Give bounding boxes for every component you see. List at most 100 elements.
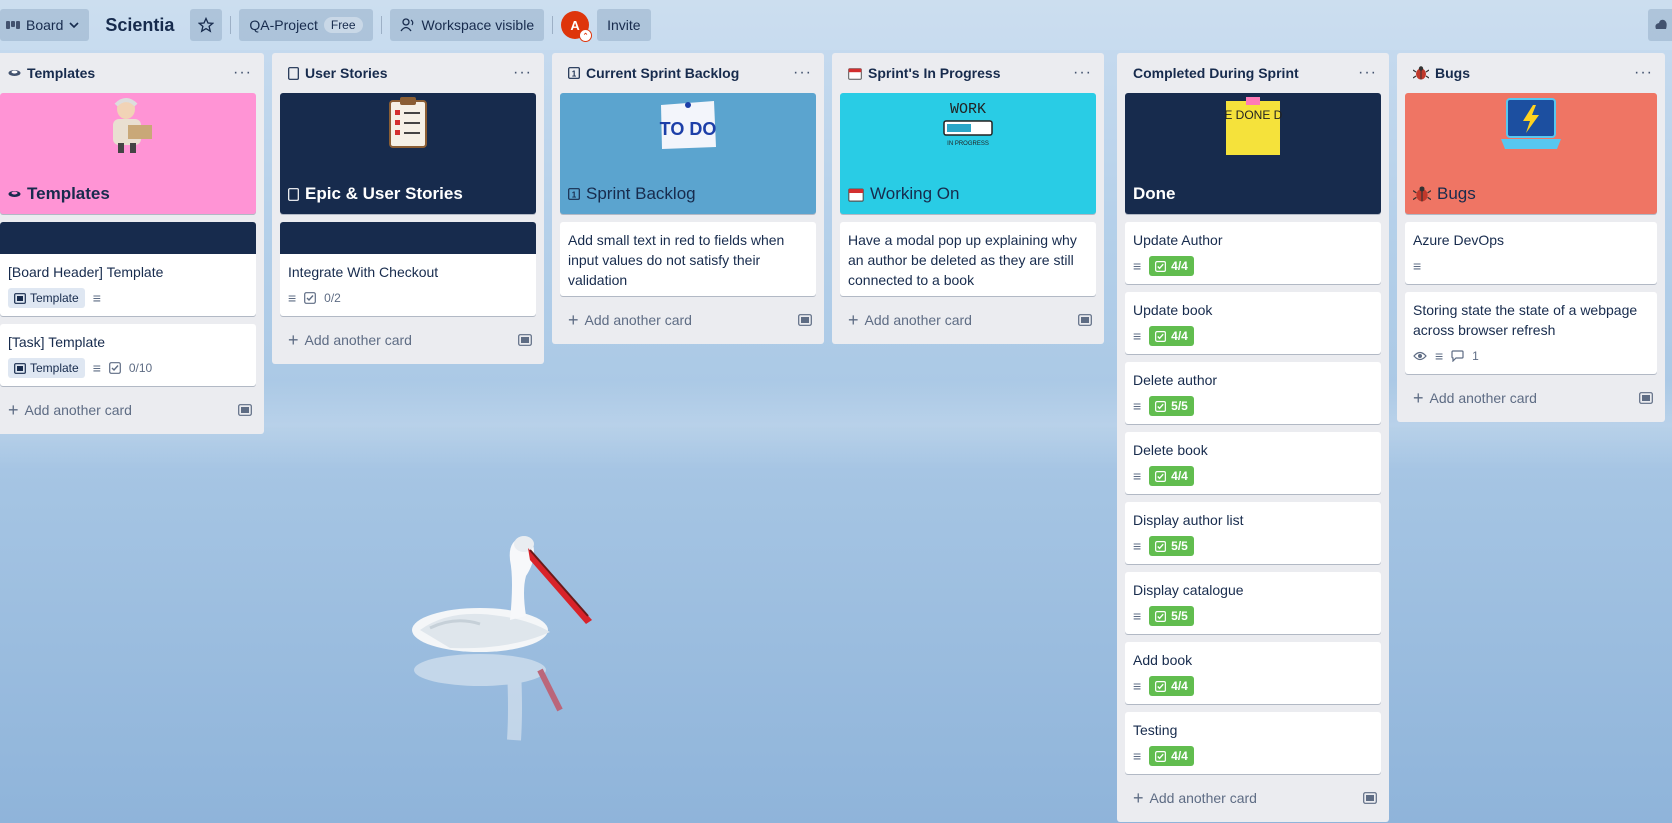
cover-title: 1 Sprint Backlog — [568, 184, 696, 204]
checklist-complete-badge: 4/4 — [1149, 326, 1194, 346]
add-card-button[interactable]: + Add another card — [280, 324, 536, 356]
cover-card-bugs[interactable]: Bugs — [1405, 93, 1657, 214]
numbered-calendar-icon: 1 — [568, 188, 580, 200]
svg-text:1: 1 — [572, 191, 577, 200]
card[interactable]: [Task] Template Template ≡ 0/10 — [0, 324, 256, 386]
list-header: Sprint's In Progress ··· — [840, 53, 1096, 93]
card[interactable]: Update Author ≡ 4/4 — [1125, 222, 1381, 284]
create-from-template-icon[interactable] — [1078, 314, 1092, 326]
card[interactable]: Have a modal pop up explaining why an au… — [840, 222, 1096, 296]
card-title: Add small text in red to fields when inp… — [568, 232, 785, 288]
workspace-button[interactable]: QA-Project Free — [239, 9, 373, 41]
list-title[interactable]: Templates — [8, 65, 95, 81]
visibility-button[interactable]: Workspace visible — [389, 9, 545, 41]
cover-title-text: Working On — [870, 184, 960, 203]
add-card-button[interactable]: + Add another card — [560, 304, 816, 336]
cover-title: Working On — [848, 184, 959, 204]
card[interactable]: Delete author ≡ 5/5 — [1125, 362, 1381, 424]
cover-title: Bugs — [1413, 184, 1476, 204]
list-title[interactable]: Bugs — [1413, 65, 1470, 81]
card[interactable]: Add book ≡ 4/4 — [1125, 642, 1381, 704]
checklist-count: 5/5 — [1171, 609, 1188, 623]
list-title-text: Completed During Sprint — [1133, 65, 1299, 81]
card[interactable]: Storing state the state of a webpage acr… — [1405, 292, 1657, 374]
add-card-button[interactable]: + Add another card — [840, 304, 1096, 336]
list-title[interactable]: User Stories — [288, 65, 387, 81]
card[interactable]: [Board Header] Template Template ≡ — [0, 222, 256, 316]
cover-card-done[interactable]: DONE DONE DONE Done — [1125, 93, 1381, 214]
list-user-stories: User Stories ··· Epic & User Stories Int… — [272, 53, 544, 364]
card[interactable]: Delete book ≡ 4/4 — [1125, 432, 1381, 494]
list-menu-icon[interactable]: ··· — [233, 64, 252, 82]
card-badges: ≡ 1 — [1413, 344, 1649, 368]
create-from-template-icon[interactable] — [798, 314, 812, 326]
chevron-down-icon — [69, 20, 79, 30]
view-switcher-button[interactable]: Board — [0, 9, 90, 41]
list-title[interactable]: Completed During Sprint — [1133, 65, 1299, 81]
list-header: 1 Current Sprint Backlog ··· — [560, 53, 816, 93]
card[interactable]: Testing ≡ 4/4 — [1125, 712, 1381, 774]
card[interactable]: Display author list ≡ 5/5 — [1125, 502, 1381, 564]
checklist-icon — [304, 292, 317, 304]
create-from-template-icon[interactable] — [518, 334, 532, 346]
list-header: Templates ··· — [0, 53, 256, 93]
create-from-template-icon[interactable] — [238, 404, 252, 416]
document-icon — [288, 66, 299, 80]
work-loading-sticker: WORK IN PROGRESS — [938, 97, 998, 149]
cover-card-stories[interactable]: Epic & User Stories — [280, 93, 536, 214]
invite-label: Invite — [607, 17, 641, 33]
add-card-button[interactable]: + Add another card — [0, 394, 256, 426]
checkbox-icon — [1155, 540, 1167, 552]
plus-icon: + — [8, 399, 19, 420]
list-menu-icon[interactable]: ··· — [1358, 64, 1377, 82]
star-board-button[interactable] — [190, 9, 223, 41]
list-menu-icon[interactable]: ··· — [793, 64, 812, 82]
done-sticky-note-sticker: DONE DONE DONE — [1224, 97, 1282, 157]
invite-button[interactable]: Invite — [597, 9, 651, 41]
card[interactable]: Azure DevOps ≡ — [1405, 222, 1657, 284]
description-icon: ≡ — [1435, 348, 1444, 364]
card[interactable]: Update book ≡ 4/4 — [1125, 292, 1381, 354]
add-card-button[interactable]: + Add another card — [1405, 382, 1657, 414]
list-title[interactable]: Sprint's In Progress — [848, 65, 1000, 81]
list-title[interactable]: 1 Current Sprint Backlog — [568, 65, 739, 81]
card-title: Update Author — [1133, 232, 1223, 248]
cover-card-progress[interactable]: WORK IN PROGRESS Working On — [840, 93, 1096, 214]
numbered-calendar-icon: 1 — [568, 67, 580, 79]
description-icon: ≡ — [1133, 468, 1142, 484]
list-menu-icon[interactable]: ··· — [1634, 64, 1653, 82]
add-card-label: Add another card — [864, 312, 972, 328]
list-menu-icon[interactable]: ··· — [513, 64, 532, 82]
people-icon — [400, 18, 416, 32]
description-icon: ≡ — [1133, 608, 1142, 624]
add-card-label: Add another card — [1149, 790, 1257, 806]
cover-card-templates[interactable]: Templates — [0, 93, 256, 214]
board-title[interactable]: Scientia — [97, 15, 182, 36]
template-badge: Template — [8, 358, 85, 378]
list-title-text: Templates — [27, 65, 96, 81]
list-bugs: Bugs ··· Bugs Azure DevOps ≡ Storing sta… — [1397, 53, 1665, 422]
create-from-template-icon[interactable] — [1639, 392, 1653, 404]
cover-card-backlog[interactable]: TO DO 1 Sprint Backlog — [560, 93, 816, 214]
card[interactable]: Display catalogue ≡ 5/5 — [1125, 572, 1381, 634]
member-avatar[interactable]: A ⌃ — [561, 11, 593, 42]
card[interactable]: Add small text in red to fields when inp… — [560, 222, 816, 296]
cover-title-text: Bugs — [1437, 184, 1476, 203]
card[interactable]: Integrate With Checkout ≡ 0/2 — [280, 222, 536, 316]
card-badges: ≡ 4/4 — [1133, 464, 1373, 488]
card-badges: ≡ 0/2 — [288, 286, 528, 310]
card-title: [Board Header] Template — [8, 264, 164, 280]
list-menu-icon[interactable]: ··· — [1073, 64, 1092, 82]
description-icon: ≡ — [1133, 748, 1142, 764]
card-badges: ≡ 5/5 — [1133, 394, 1373, 418]
card-title: Testing — [1133, 722, 1178, 738]
template-emoji-icon — [8, 190, 21, 198]
list-completed: Completed During Sprint ··· DONE DONE DO… — [1117, 53, 1389, 822]
board-menu-button[interactable] — [1648, 9, 1672, 41]
checklist-complete-badge: 4/4 — [1149, 466, 1194, 486]
svg-text:IN PROGRESS: IN PROGRESS — [947, 141, 989, 147]
add-card-button[interactable]: + Add another card — [1125, 782, 1381, 814]
admin-chevron-icon: ⌃ — [579, 29, 593, 42]
create-from-template-icon[interactable] — [1363, 792, 1377, 804]
card-title: Have a modal pop up explaining why an au… — [848, 232, 1077, 288]
